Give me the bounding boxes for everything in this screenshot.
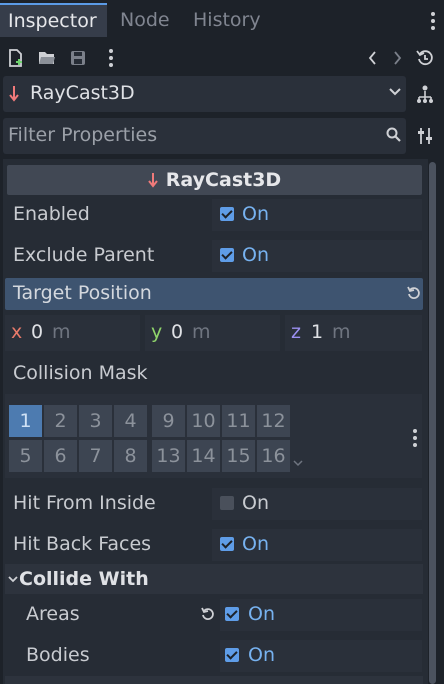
axis-z-unit: m: [332, 321, 351, 343]
layer-bit-2[interactable]: 2: [44, 405, 77, 437]
bodies-checkbox[interactable]: On: [220, 640, 422, 672]
layer-bit-12[interactable]: 12: [257, 405, 290, 437]
reset-icon[interactable]: [201, 607, 215, 621]
target-position-y-field[interactable]: y 0 m: [145, 315, 280, 351]
layer-bit-10[interactable]: 10: [187, 405, 220, 437]
checkbox-checked-icon: [220, 248, 234, 262]
layer-bit-16[interactable]: 16: [257, 440, 290, 472]
axis-x-unit: m: [52, 321, 71, 343]
tab-node[interactable]: Node: [112, 3, 178, 37]
hit-back-faces-value: On: [242, 533, 269, 555]
filter-properties-input[interactable]: Filter Properties: [3, 118, 406, 154]
layer-bit-8[interactable]: 8: [114, 440, 147, 472]
axis-x-label: x: [11, 321, 23, 343]
axis-y-value: 0: [171, 321, 184, 343]
vertical-scrollbar[interactable]: [429, 162, 436, 684]
object-name: RayCast3D: [30, 82, 135, 104]
chevron-down-icon[interactable]: [293, 459, 303, 467]
areas-label: Areas: [26, 603, 80, 625]
dock-tab-bar: Inspector Node History: [0, 0, 444, 40]
search-icon: [386, 127, 402, 143]
axis-z-label: z: [291, 321, 301, 343]
target-position-x-field[interactable]: x 0 m: [5, 315, 140, 351]
reset-icon[interactable]: [407, 286, 421, 300]
class-header-title: RayCast3D: [165, 169, 282, 191]
collide-with-section[interactable]: Collide With: [5, 564, 423, 594]
inspector-toolbar: [0, 42, 444, 72]
hit-from-inside-checkbox[interactable]: On: [212, 488, 422, 520]
target-position-row[interactable]: Target Position: [5, 278, 423, 310]
bodies-label: Bodies: [26, 644, 90, 666]
hit-from-inside-value: On: [242, 492, 269, 514]
areas-value: On: [248, 603, 275, 625]
layers-menu-icon[interactable]: [411, 428, 419, 448]
exclude-parent-label: Exclude Parent: [13, 244, 155, 266]
axis-x-value: 0: [31, 321, 44, 343]
remote-icon[interactable]: [416, 84, 434, 104]
layer-bit-13[interactable]: 13: [152, 440, 185, 472]
layer-bit-6[interactable]: 6: [44, 440, 77, 472]
target-position-z-field[interactable]: z 1 m: [285, 315, 422, 351]
tab-history[interactable]: History: [185, 3, 269, 37]
layer-bit-4[interactable]: 4: [114, 405, 147, 437]
bodies-value: On: [248, 644, 275, 666]
axis-y-label: y: [151, 321, 163, 343]
target-position-label: Target Position: [13, 282, 152, 304]
hit-from-inside-label: Hit From Inside: [13, 492, 156, 514]
more-icon[interactable]: [107, 48, 115, 68]
history-icon[interactable]: [416, 49, 434, 67]
collide-with-title: Collide With: [19, 568, 149, 590]
node-type-icon: [9, 84, 19, 104]
layer-bit-9[interactable]: 9: [152, 405, 185, 437]
enabled-label: Enabled: [13, 203, 90, 225]
checkbox-checked-icon: [225, 648, 239, 662]
hit-back-faces-label: Hit Back Faces: [13, 533, 152, 555]
layer-bit-1[interactable]: 1: [9, 405, 42, 437]
exclude-parent-checkbox[interactable]: On: [212, 240, 422, 272]
enabled-value: On: [242, 203, 269, 225]
layer-bit-11[interactable]: 11: [222, 405, 255, 437]
open-folder-icon[interactable]: [38, 50, 56, 65]
layer-bit-3[interactable]: 3: [79, 405, 112, 437]
collision-mask-label: Collision Mask: [13, 362, 148, 384]
checkbox-checked-icon: [225, 607, 239, 621]
tab-inspector[interactable]: Inspector: [0, 3, 107, 37]
layer-bit-5[interactable]: 5: [9, 440, 42, 472]
next-section-header: [5, 676, 423, 684]
layer-bit-7[interactable]: 7: [79, 440, 112, 472]
class-header: RayCast3D: [7, 165, 422, 195]
node-type-icon: [148, 172, 158, 190]
chevron-down-icon: [8, 575, 18, 583]
dock-menu-icon[interactable]: [428, 10, 438, 32]
layer-bit-15[interactable]: 15: [222, 440, 255, 472]
checkbox-checked-icon: [220, 207, 234, 221]
new-resource-icon[interactable]: [8, 49, 24, 67]
axis-y-unit: m: [192, 321, 211, 343]
object-selector[interactable]: RayCast3D: [3, 76, 406, 112]
areas-checkbox[interactable]: On: [220, 599, 422, 631]
tools-icon[interactable]: [417, 127, 433, 145]
hit-back-faces-checkbox[interactable]: On: [212, 529, 422, 561]
enabled-checkbox[interactable]: On: [212, 199, 422, 231]
checkbox-unchecked-icon: [220, 496, 234, 510]
exclude-parent-value: On: [242, 244, 269, 266]
forward-icon[interactable]: [392, 50, 402, 66]
save-icon[interactable]: [70, 50, 86, 66]
back-icon[interactable]: [368, 50, 378, 66]
checkbox-checked-icon: [220, 537, 234, 551]
filter-placeholder: Filter Properties: [8, 124, 158, 146]
axis-z-value: 1: [311, 321, 324, 343]
layer-bit-14[interactable]: 14: [187, 440, 220, 472]
dropdown-arrow-icon: [389, 87, 401, 97]
